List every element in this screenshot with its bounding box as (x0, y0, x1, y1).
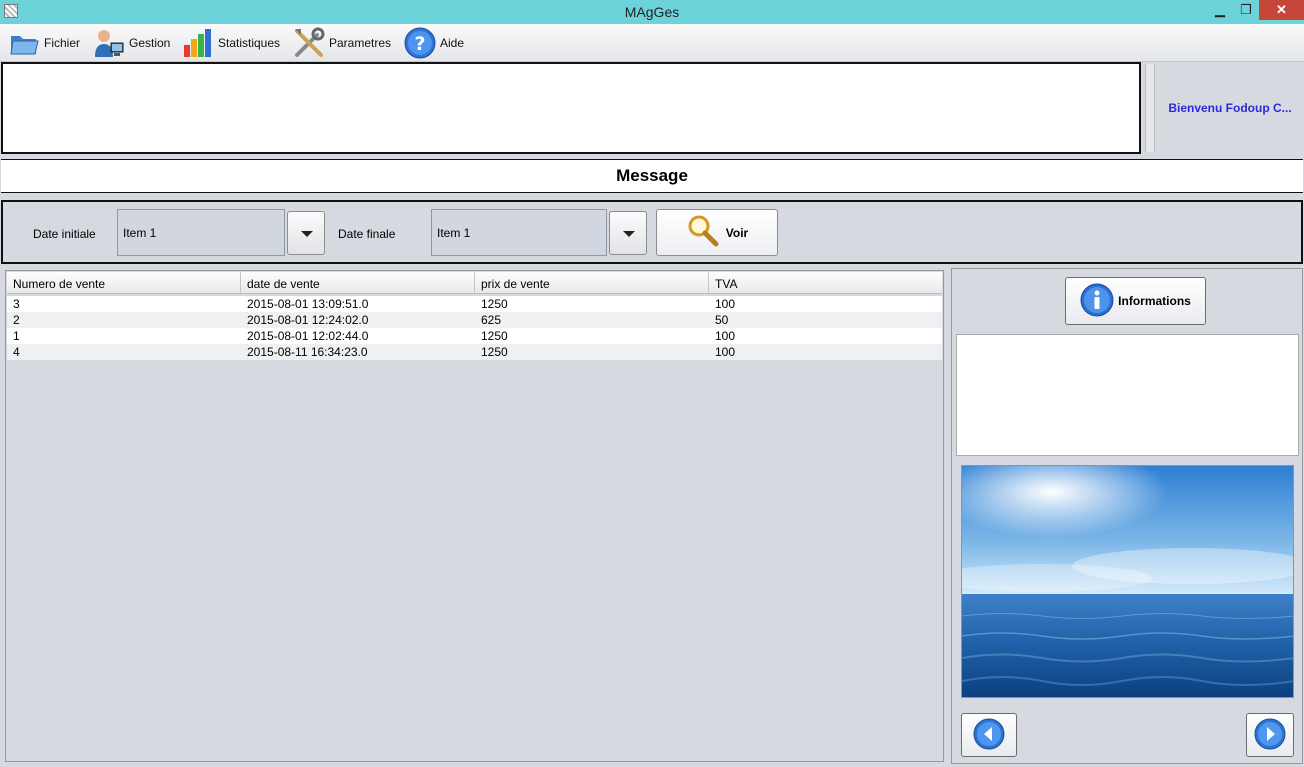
column-header-prix[interactable]: prix de vente (475, 272, 709, 294)
date-initiale-combo[interactable]: Item 1 (117, 209, 285, 256)
close-button[interactable]: ✕ (1259, 0, 1304, 20)
cell-date: 2015-08-11 16:34:23.0 (247, 345, 368, 359)
filter-panel: Date initiale Item 1 Date finale Item 1 … (1, 200, 1303, 264)
menu-bar: Fichier Gestion Statistiques Parametres … (0, 24, 1304, 62)
bar-chart-icon (182, 27, 214, 59)
voir-label: Voir (725, 225, 749, 240)
info-icon (1080, 283, 1114, 320)
welcome-text: Bienvenu Fodoup C... (1168, 101, 1292, 115)
user-computer-icon (93, 27, 125, 59)
message-title: Message (616, 166, 688, 185)
table-row[interactable]: 2 2015-08-01 12:24:02.0 625 50 (7, 312, 942, 328)
cell-prix: 1250 (481, 345, 508, 359)
menu-gestion[interactable]: Gestion (93, 26, 170, 60)
menu-fichier[interactable]: Fichier (8, 26, 80, 60)
cell-tva: 100 (715, 329, 736, 343)
date-initiale-dropdown-button[interactable] (287, 211, 325, 255)
ocean-image (961, 465, 1294, 698)
sales-table: Numero de vente date de vente prix de ve… (5, 270, 944, 762)
cell-date: 2015-08-01 12:24:02.0 (247, 313, 369, 327)
cell-prix: 1250 (481, 329, 508, 343)
table-row[interactable]: 4 2015-08-11 16:34:23.0 1250 100 (7, 344, 942, 360)
splitter[interactable] (1145, 64, 1155, 152)
cell-tva: 100 (715, 345, 736, 359)
column-header-numero[interactable]: Numero de vente (7, 272, 241, 294)
menu-statistiques-label: Statistiques (218, 36, 281, 50)
informations-button[interactable]: Informations (1065, 277, 1206, 325)
chevron-down-icon (623, 231, 635, 237)
column-header-tva[interactable]: TVA (709, 272, 942, 294)
chevron-down-icon (301, 231, 313, 237)
date-finale-value: Item 1 (437, 226, 471, 240)
search-icon (686, 214, 720, 251)
menu-fichier-label: Fichier (44, 36, 81, 50)
menu-gestion-label: Gestion (129, 36, 171, 50)
cell-numero: 4 (13, 345, 20, 359)
title-bar: MAgGes ▁ ❐ ✕ (0, 0, 1304, 24)
date-finale-combo[interactable]: Item 1 (431, 209, 607, 256)
voir-button[interactable]: Voir (656, 209, 778, 256)
informations-label: Informations (1118, 294, 1191, 308)
cell-prix: 625 (481, 313, 502, 327)
cell-date: 2015-08-01 13:09:51.0 (247, 297, 369, 311)
help-icon: ? (404, 27, 436, 59)
menu-aide-label: Aide (440, 36, 465, 50)
next-button[interactable] (1246, 713, 1294, 757)
cell-date: 2015-08-01 12:02:44.0 (247, 329, 369, 343)
cell-tva: 50 (715, 313, 729, 327)
date-finale-label: Date finale (338, 227, 396, 241)
top-panel (1, 62, 1141, 154)
folder-icon (8, 27, 40, 59)
menu-aide[interactable]: ? Aide (404, 26, 464, 60)
table-header: Numero de vente date de vente prix de ve… (7, 272, 942, 294)
menu-parametres[interactable]: Parametres (293, 26, 391, 60)
cell-tva: 100 (715, 297, 736, 311)
cell-numero: 1 (13, 329, 20, 343)
table-row[interactable]: 3 2015-08-01 13:09:51.0 1250 100 (7, 296, 942, 312)
window-title: MAgGes (624, 4, 680, 20)
column-header-date[interactable]: date de vente (241, 272, 475, 294)
maximize-button[interactable]: ❐ (1232, 0, 1260, 20)
cell-prix: 1250 (481, 297, 508, 311)
date-initiale-value: Item 1 (123, 226, 157, 240)
menu-statistiques[interactable]: Statistiques (182, 26, 280, 60)
table-row[interactable]: 1 2015-08-01 12:02:44.0 1250 100 (7, 328, 942, 344)
minimize-button[interactable]: ▁ (1206, 0, 1234, 20)
info-text-area[interactable] (956, 334, 1299, 456)
date-finale-dropdown-button[interactable] (609, 211, 647, 255)
arrow-right-icon (1254, 718, 1286, 753)
tools-icon (293, 27, 325, 59)
cell-numero: 3 (13, 297, 20, 311)
svg-text:?: ? (414, 33, 425, 55)
arrow-left-icon (973, 718, 1005, 753)
menu-parametres-label: Parametres (329, 36, 392, 50)
message-bar: Message (1, 159, 1303, 193)
welcome-panel: Bienvenu Fodoup C... (1157, 64, 1303, 152)
cell-numero: 2 (13, 313, 20, 327)
previous-button[interactable] (961, 713, 1017, 757)
date-initiale-label: Date initiale (33, 227, 96, 241)
